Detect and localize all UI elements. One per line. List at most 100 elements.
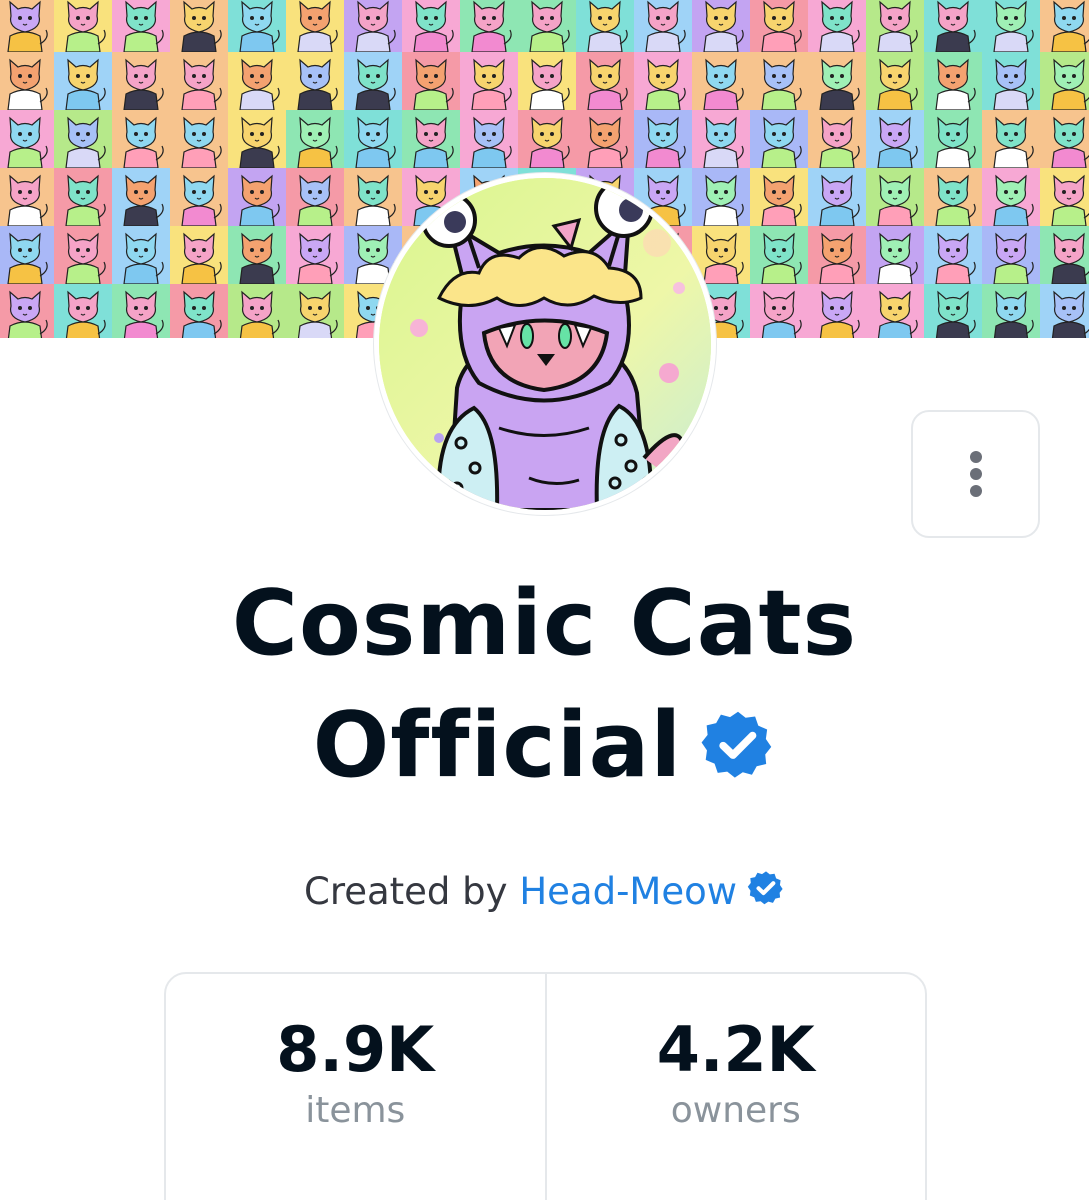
banner-cat-tile [924, 0, 982, 52]
banner-cat-tile [518, 0, 576, 52]
banner-cat-tile [54, 52, 112, 110]
banner-cat-tile [576, 0, 634, 52]
banner-cat-tile [228, 284, 286, 338]
banner-cat-tile [170, 168, 228, 226]
banner-cat-tile [576, 52, 634, 110]
banner-cat-tile [982, 110, 1040, 168]
banner-cat-tile [170, 226, 228, 284]
banner-cat-tile [750, 0, 808, 52]
banner-cat-tile [750, 284, 808, 338]
banner-cat-tile [634, 0, 692, 52]
banner-cat-tile [866, 284, 924, 338]
banner-cat-tile [808, 0, 866, 52]
banner-cat-tile [112, 168, 170, 226]
banner-cat-tile [286, 110, 344, 168]
banner-cat-tile [634, 110, 692, 168]
more-options-button[interactable] [911, 410, 1040, 538]
banner-cat-tile [518, 110, 576, 168]
banner-cat-tile [808, 226, 866, 284]
stat-items[interactable]: 8.9K items [166, 974, 545, 1200]
banner-cat-tile [518, 52, 576, 110]
banner-cat-tile [286, 226, 344, 284]
banner-cat-tile [228, 226, 286, 284]
banner-cat-tile [228, 52, 286, 110]
banner-cat-tile [1040, 0, 1089, 52]
stat-owners-label: owners [670, 1090, 801, 1131]
banner-cat-tile [228, 0, 286, 52]
banner-cat-tile [54, 110, 112, 168]
banner-cat-tile [228, 168, 286, 226]
creator-link[interactable]: Head-Meow [519, 870, 737, 913]
banner-cat-tile [866, 52, 924, 110]
banner-cat-tile [228, 110, 286, 168]
banner-cat-tile [460, 110, 518, 168]
banner-cat-tile [112, 110, 170, 168]
collection-avatar [374, 173, 716, 515]
banner-cat-tile [344, 168, 402, 226]
banner-cat-tile [1040, 52, 1089, 110]
banner-cat-tile [170, 110, 228, 168]
banner-cat-tile [54, 168, 112, 226]
collection-title-line-2-wrap: Official [0, 685, 1089, 807]
banner-cat-tile [692, 168, 750, 226]
banner-cat-tile [692, 0, 750, 52]
banner-cat-tile [54, 226, 112, 284]
banner-cat-tile [808, 168, 866, 226]
banner-cat-tile [54, 0, 112, 52]
collection-stats: 8.9K items 4.2K owners [164, 972, 927, 1200]
banner-cat-tile [866, 226, 924, 284]
banner-cat-tile [924, 52, 982, 110]
banner-cat-tile [924, 110, 982, 168]
banner-cat-tile [808, 284, 866, 338]
verified-badge-icon [701, 711, 772, 778]
banner-cat-tile [0, 0, 54, 52]
created-by-label: Created by [303, 870, 508, 913]
banner-cat-tile [924, 226, 982, 284]
banner-cat-tile [924, 168, 982, 226]
stat-owners-value: 4.2K [656, 1013, 815, 1086]
banner-cat-tile [286, 52, 344, 110]
banner-cat-tile [344, 0, 402, 52]
banner-cat-tile [982, 0, 1040, 52]
collection-title-line-2: Official [312, 693, 683, 798]
banner-cat-tile [402, 110, 460, 168]
banner-cat-tile [866, 0, 924, 52]
collection-title: Cosmic Cats Official [0, 563, 1089, 807]
creator-line: Created by Head-Meow [0, 870, 1089, 913]
banner-cat-tile [286, 0, 344, 52]
banner-cat-tile [634, 52, 692, 110]
banner-cat-tile [460, 0, 518, 52]
banner-cat-tile [982, 168, 1040, 226]
banner-cat-tile [286, 168, 344, 226]
banner-cat-tile [750, 168, 808, 226]
banner-cat-tile [402, 0, 460, 52]
banner-cat-tile [112, 52, 170, 110]
banner-cat-tile [54, 284, 112, 338]
banner-cat-tile [112, 226, 170, 284]
banner-cat-tile [866, 168, 924, 226]
banner-cat-tile [692, 52, 750, 110]
banner-cat-tile [808, 52, 866, 110]
banner-cat-tile [112, 284, 170, 338]
banner-cat-tile [1040, 284, 1089, 338]
stat-items-label: items [305, 1090, 406, 1131]
cat-monster-avatar-image [379, 178, 711, 510]
banner-cat-tile [170, 52, 228, 110]
banner-cat-tile [0, 168, 54, 226]
banner-cat-tile [0, 52, 54, 110]
banner-cat-tile [982, 284, 1040, 338]
banner-cat-tile [0, 226, 54, 284]
creator-verified-icon [747, 870, 783, 904]
banner-cat-tile [750, 226, 808, 284]
banner-cat-tile [1040, 168, 1089, 226]
stat-items-value: 8.9K [276, 1013, 435, 1086]
banner-cat-tile [460, 52, 518, 110]
banner-cat-tile [1040, 226, 1089, 284]
stat-owners[interactable]: 4.2K owners [544, 974, 926, 1200]
more-vertical-icon [969, 451, 982, 497]
banner-cat-tile [924, 284, 982, 338]
banner-cat-tile [0, 284, 54, 338]
banner-cat-tile [344, 110, 402, 168]
collection-page: Cosmic Cats Official Created by Head-Meo… [0, 0, 1089, 1200]
banner-cat-tile [866, 110, 924, 168]
